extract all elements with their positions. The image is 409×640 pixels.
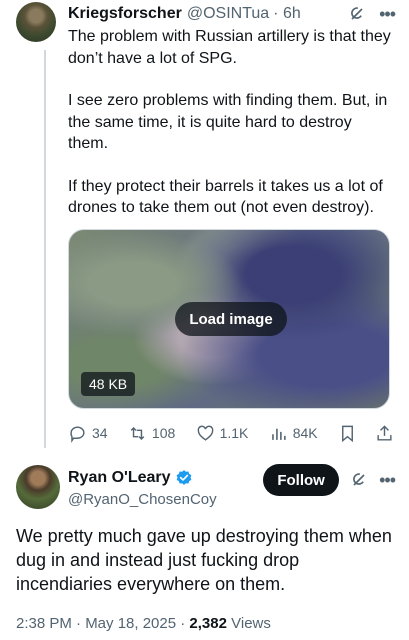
tweet-paragraph: If they protect their barrels it takes u… [68,177,383,217]
follow-button[interactable]: Follow [263,464,340,496]
more-icon[interactable]: ••• [379,4,396,25]
bookmark-button[interactable] [338,424,357,443]
reply-button[interactable]: 34 [68,424,108,443]
reply-timestamp[interactable]: 2:38 PM · May 18, 2025 · [16,615,189,632]
tweet-paragraph: I see zero problems with finding them. B… [68,92,388,152]
repost-icon [130,426,145,440]
tweet-header: Kriegsforscher @OSINTua · 6h ••• [68,2,396,26]
reply-icon [70,425,85,443]
reply-author-handle[interactable]: @RyanO_ChosenCoy [68,490,217,510]
reply-avatar[interactable] [16,465,60,509]
reply-views-count: 2,382 [189,615,227,632]
reply-header: Ryan O'Leary @RyanO_ChosenCoy Follow ••• [68,464,396,510]
reply-count: 34 [92,425,108,441]
thread-connector-line [44,50,46,448]
avatar[interactable] [16,2,56,42]
like-button[interactable]: 1.1K [196,424,249,443]
more-icon[interactable]: ••• [379,470,396,491]
share-icon [377,424,392,441]
author-handle[interactable]: @OSINTua [187,5,269,23]
reply-views-label: Views [226,615,271,632]
blurred-image[interactable]: Load image 48 KB [68,229,390,409]
grok-icon[interactable] [347,4,367,24]
reply-author-name[interactable]: Ryan O'Leary [68,468,171,488]
views-count: 84K [292,425,318,441]
reply-body: We pretty much gave up destroying them w… [16,526,392,594]
grok-icon[interactable] [349,470,369,490]
views-button[interactable]: 84K [269,424,318,443]
reply-author-row: Ryan O'Leary [68,468,217,488]
author-name[interactable]: Kriegsforscher [68,5,182,23]
image-size-badge: 48 KB [81,372,136,396]
views-icon [271,428,286,440]
repost-button[interactable]: 108 [128,424,175,443]
share-button[interactable] [375,424,394,443]
repost-count: 108 [151,425,176,441]
timestamp[interactable]: · 6h [273,5,301,23]
tweet-action-bar: 34 108 1.1K 84K [68,420,394,446]
like-icon [197,425,213,441]
verified-badge-icon [176,470,191,485]
bookmark-icon [342,425,353,442]
tweet-body: The problem with Russian artillery is th… [68,26,394,219]
load-image-button[interactable]: Load image [175,302,287,336]
reply-identity: Ryan O'Leary @RyanO_ChosenCoy [68,468,217,510]
tweet-paragraph: The problem with Russian artillery is th… [68,28,391,67]
reply-meta: 2:38 PM · May 18, 2025 · 2,382 Views [16,615,271,632]
like-count: 1.1K [219,425,249,441]
